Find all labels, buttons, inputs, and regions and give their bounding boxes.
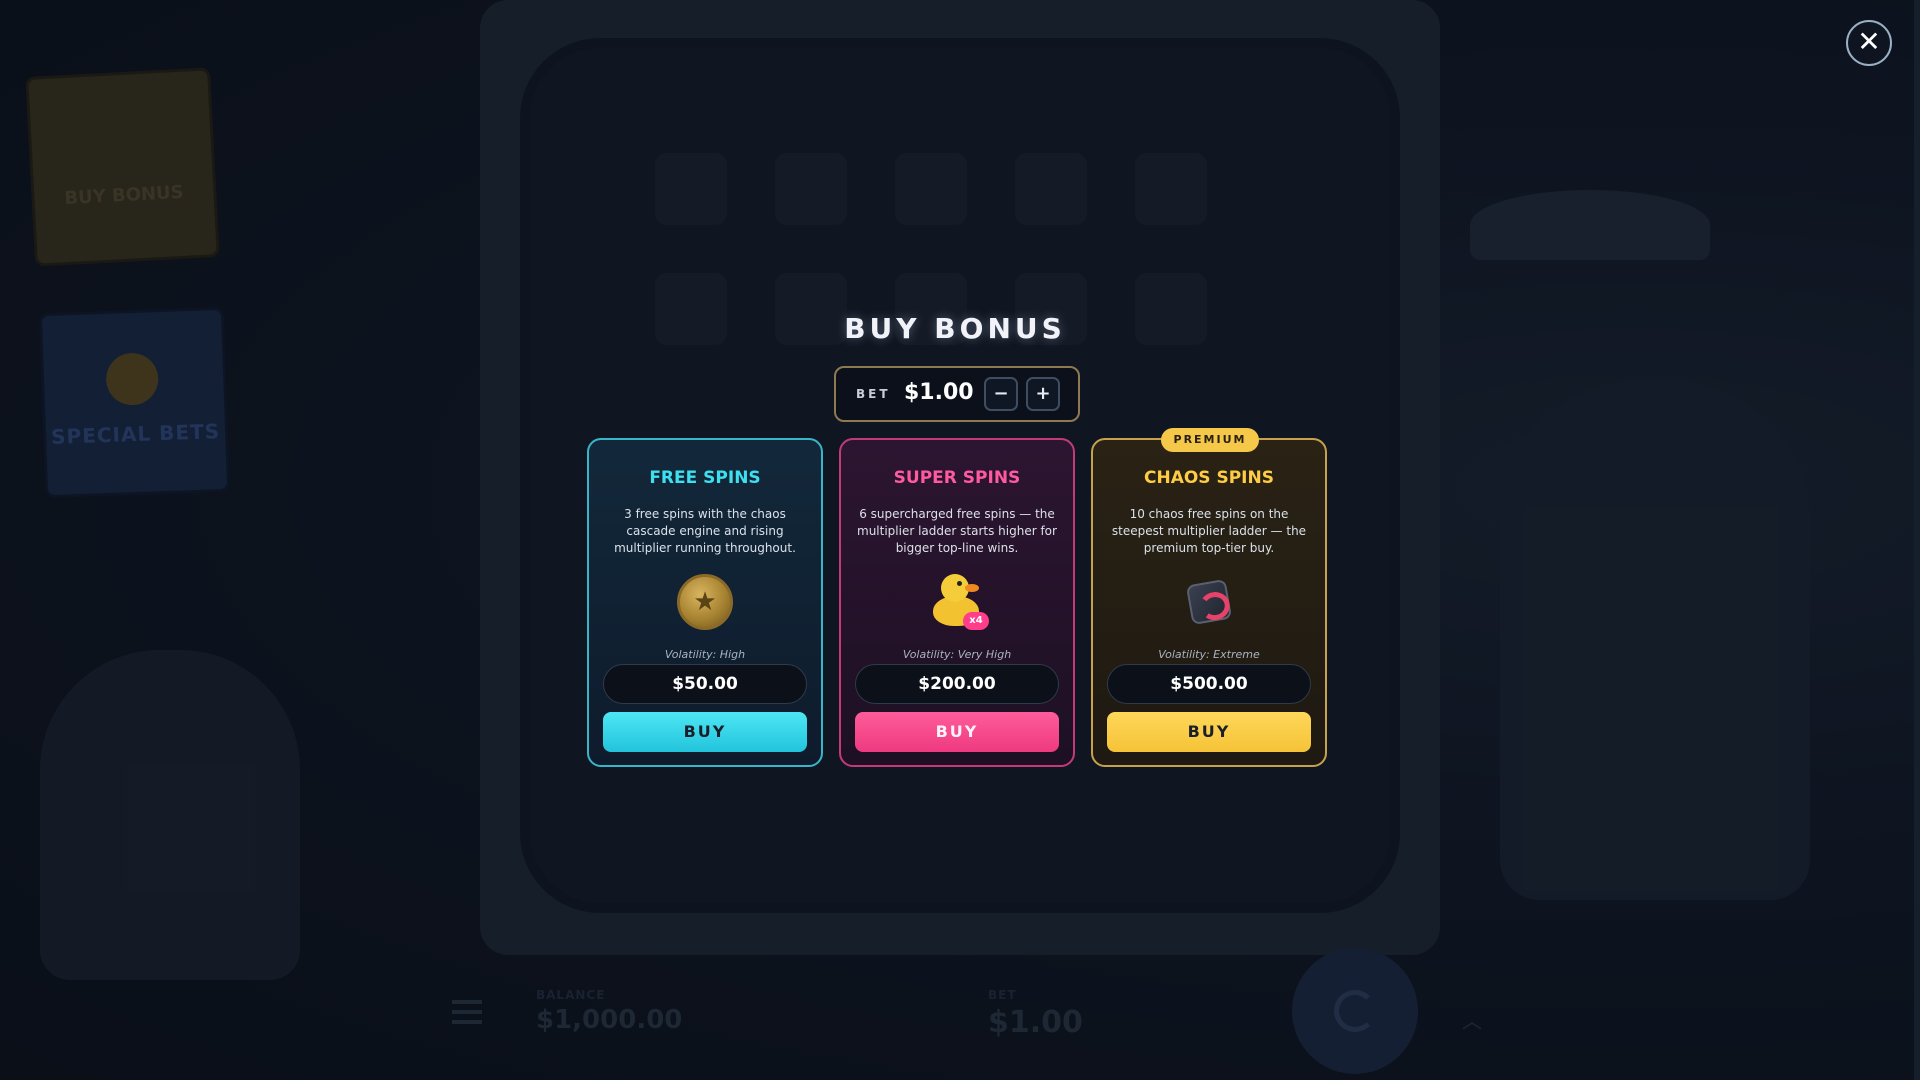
modal-title: BUY BONUS bbox=[844, 312, 1066, 345]
card-description: 6 supercharged free spins — the multipli… bbox=[857, 507, 1057, 555]
buy-chaos-spins-button[interactable]: BUY bbox=[1107, 712, 1311, 752]
card-title: SUPER SPINS bbox=[893, 468, 1021, 488]
buy-super-spins-button[interactable]: BUY bbox=[855, 712, 1059, 752]
card-description: 10 chaos free spins on the steepest mult… bbox=[1111, 507, 1307, 555]
card-title: CHAOS SPINS bbox=[1144, 468, 1274, 488]
bonus-card-chaos-spins: PREMIUM CHAOS SPINS 10 chaos free spins … bbox=[1091, 428, 1327, 767]
card-price: $500.00 bbox=[1107, 664, 1311, 704]
coin-icon: ★ bbox=[675, 572, 735, 632]
card-description: 3 free spins with the chaos cascade engi… bbox=[614, 507, 796, 555]
decrease-bet-button[interactable]: − bbox=[984, 377, 1018, 411]
bonus-card-super-spins: SUPER SPINS 6 supercharged free spins — … bbox=[839, 438, 1075, 767]
rubber-duck-icon: x4 bbox=[927, 572, 989, 632]
bet-label: BET bbox=[856, 387, 891, 401]
multiplier-badge: x4 bbox=[963, 612, 989, 630]
bet-value: $1.00 bbox=[904, 380, 974, 405]
close-button[interactable]: ✕ bbox=[1846, 20, 1892, 66]
chaos-swirl-icon bbox=[1179, 572, 1239, 632]
increase-bet-button[interactable]: + bbox=[1026, 377, 1060, 411]
card-volatility: Volatility: Very High bbox=[902, 648, 1012, 661]
card-price: $50.00 bbox=[603, 664, 807, 704]
card-volatility: Volatility: Extreme bbox=[1158, 648, 1260, 661]
bonus-card-free-spins: FREE SPINS 3 free spins with the chaos c… bbox=[587, 438, 823, 767]
card-title: FREE SPINS bbox=[649, 468, 761, 488]
buy-free-spins-button[interactable]: BUY bbox=[603, 712, 807, 752]
premium-badge: PREMIUM bbox=[1161, 428, 1259, 452]
bet-control: BET $1.00 − + bbox=[834, 366, 1080, 422]
card-volatility: Volatility: High bbox=[664, 648, 746, 661]
card-price: $200.00 bbox=[855, 664, 1059, 704]
